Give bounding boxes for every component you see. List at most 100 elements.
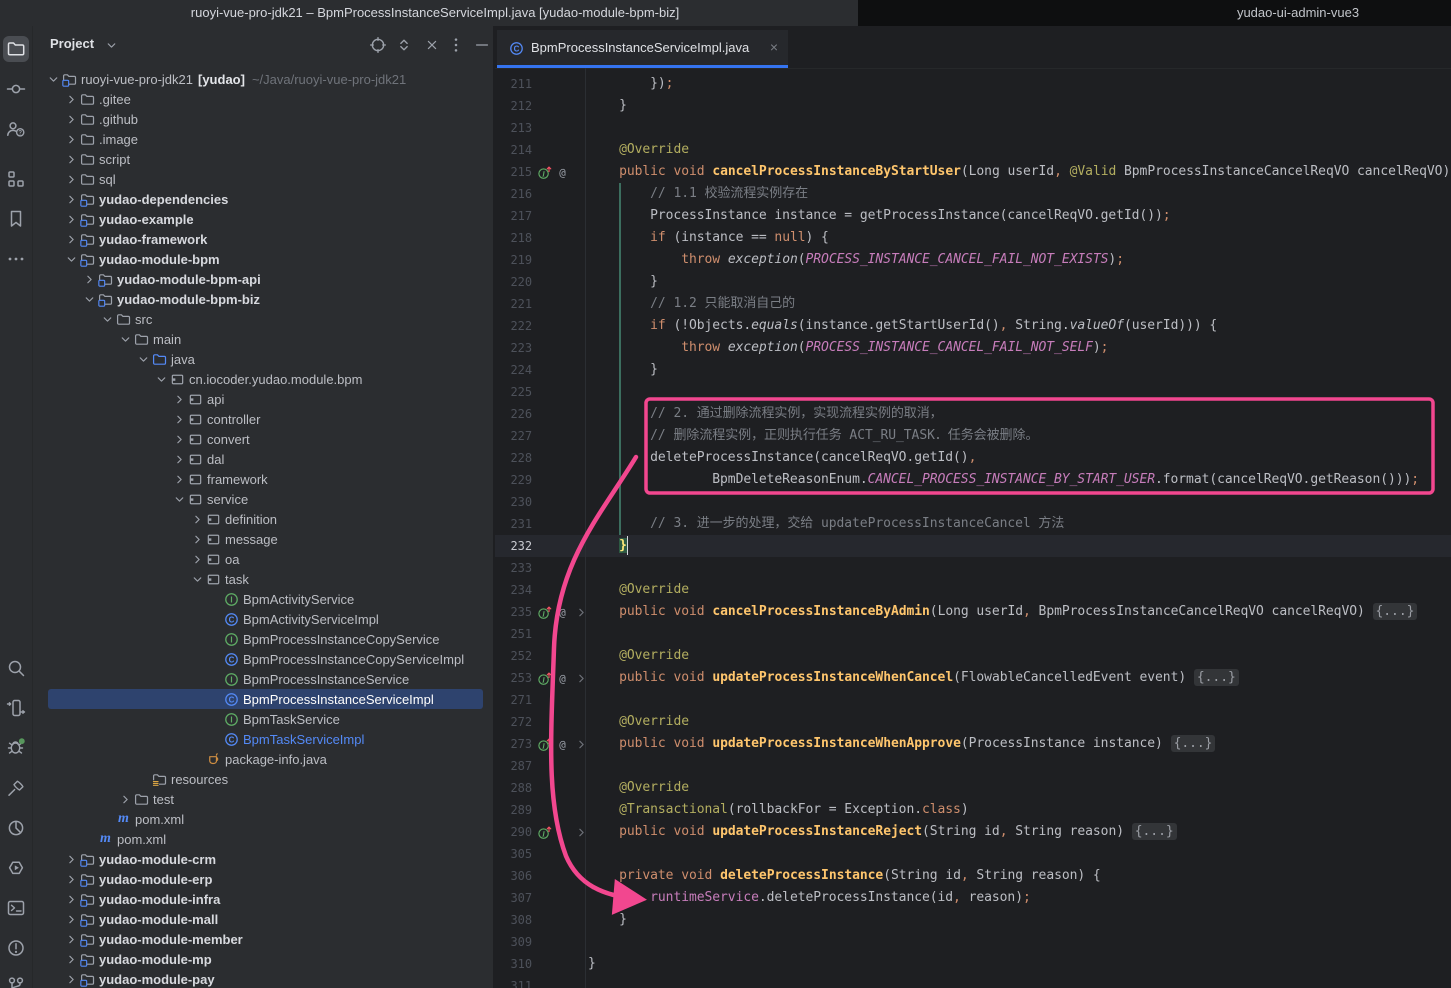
- line-number[interactable]: 212: [495, 95, 532, 117]
- line-number[interactable]: 232: [495, 535, 532, 557]
- code-line-229[interactable]: 229 BpmDeleteReasonEnum.CANCEL_PROCESS_I…: [495, 469, 1451, 491]
- code-line-234[interactable]: 234 @Override: [495, 579, 1451, 601]
- fold-arrow-icon[interactable]: [573, 736, 589, 752]
- tree-item-api[interactable]: api: [33, 389, 493, 409]
- line-number[interactable]: 287: [495, 755, 532, 777]
- code-line-219[interactable]: 219 throw exception(PROCESS_INSTANCE_CAN…: [495, 249, 1451, 271]
- line-number[interactable]: 310: [495, 953, 532, 975]
- code-line-272[interactable]: 272 @Override: [495, 711, 1451, 733]
- code-line-305[interactable]: 305: [495, 843, 1451, 865]
- tree-item-BpmProcessInstanceService[interactable]: IBpmProcessInstanceService: [33, 669, 493, 689]
- line-number[interactable]: 273: [495, 733, 532, 755]
- more-tool-windows-icon[interactable]: [5, 248, 27, 270]
- chevron-right-icon[interactable]: [63, 969, 79, 988]
- annotation-gutter-icon[interactable]: @: [554, 164, 570, 180]
- tree-item-sql[interactable]: sql: [33, 169, 493, 189]
- code-line-228[interactable]: 228 deleteProcessInstance(cancelReqVO.ge…: [495, 447, 1451, 469]
- tree-item-BpmActivityServiceImpl[interactable]: CBpmActivityServiceImpl: [33, 609, 493, 629]
- tree-item-BpmTaskServiceImpl[interactable]: CBpmTaskServiceImpl: [33, 729, 493, 749]
- line-number[interactable]: 224: [495, 359, 532, 381]
- tree-item-yudao-module-bpm-api[interactable]: yudao-module-bpm-api: [33, 269, 493, 289]
- code-line-306[interactable]: 306 private void deleteProcessInstance(S…: [495, 865, 1451, 887]
- line-number[interactable]: 230: [495, 491, 532, 513]
- code-line-253[interactable]: 253I@ public void updateProcessInstanceW…: [495, 667, 1451, 689]
- code-line-224[interactable]: 224 }: [495, 359, 1451, 381]
- tree-item-script[interactable]: script: [33, 149, 493, 169]
- chevron-right-icon[interactable]: [63, 169, 79, 189]
- chevron-right-icon[interactable]: [189, 509, 205, 529]
- tree-item-service[interactable]: service: [33, 489, 493, 509]
- build-icon[interactable]: [5, 777, 27, 799]
- chevron-down-icon[interactable]: [63, 249, 79, 269]
- line-number[interactable]: 213: [495, 117, 532, 139]
- tree-item-yudao-module-bpm[interactable]: yudao-module-bpm: [33, 249, 493, 269]
- line-number[interactable]: 220: [495, 271, 532, 293]
- chevron-right-icon[interactable]: [63, 889, 79, 909]
- more-options-icon[interactable]: [445, 34, 467, 56]
- line-number[interactable]: 221: [495, 293, 532, 315]
- vcs-commit-icon[interactable]: [5, 78, 27, 100]
- chevron-right-icon[interactable]: [171, 469, 187, 489]
- overrides-method-icon[interactable]: I: [536, 604, 552, 620]
- tree-item-yudao-module-erp[interactable]: yudao-module-erp: [33, 869, 493, 889]
- line-number[interactable]: 272: [495, 711, 532, 733]
- line-number[interactable]: 223: [495, 337, 532, 359]
- chevron-right-icon[interactable]: [171, 409, 187, 429]
- code-line-309[interactable]: 309: [495, 931, 1451, 953]
- tree-item-yudao-module-mp[interactable]: yudao-module-mp: [33, 949, 493, 969]
- code-line-289[interactable]: 289 @Transactional(rollbackFor = Excepti…: [495, 799, 1451, 821]
- expand-collapse-icon[interactable]: [393, 34, 415, 56]
- line-number[interactable]: 306: [495, 865, 532, 887]
- tree-item-task[interactable]: task: [33, 569, 493, 589]
- code-line-225[interactable]: 225: [495, 381, 1451, 403]
- tree-item-oa[interactable]: oa: [33, 549, 493, 569]
- code-line-271[interactable]: 271: [495, 689, 1451, 711]
- line-number[interactable]: 309: [495, 931, 532, 953]
- code-line-218[interactable]: 218 if (instance == null) {: [495, 227, 1451, 249]
- line-number[interactable]: 253: [495, 667, 532, 689]
- hide-panel-icon[interactable]: [471, 34, 493, 56]
- tree-item-controller[interactable]: controller: [33, 409, 493, 429]
- tree-item-BpmActivityService[interactable]: IBpmActivityService: [33, 589, 493, 609]
- chevron-right-icon[interactable]: [171, 449, 187, 469]
- tree-item-definition[interactable]: definition: [33, 509, 493, 529]
- tree-item-yudao-dependencies[interactable]: yudao-dependencies: [33, 189, 493, 209]
- line-number[interactable]: 311: [495, 975, 532, 988]
- editor-tab[interactable]: C BpmProcessInstanceServiceImpl.java ×: [497, 30, 788, 68]
- annotation-gutter-icon[interactable]: @: [554, 736, 570, 752]
- tree-item-package-info.java[interactable]: package-info.java: [33, 749, 493, 769]
- locate-file-icon[interactable]: [367, 34, 389, 56]
- code-line-290[interactable]: 290I public void updateProcessInstanceRe…: [495, 821, 1451, 843]
- chevron-down-icon[interactable]: [135, 349, 151, 369]
- structure-icon[interactable]: [5, 168, 27, 190]
- chevron-right-icon[interactable]: [63, 909, 79, 929]
- line-number[interactable]: 219: [495, 249, 532, 271]
- code-line-217[interactable]: 217 ProcessInstance instance = getProces…: [495, 205, 1451, 227]
- code-line-311[interactable]: 311: [495, 975, 1451, 988]
- tree-item-yudao-module-bpm-biz[interactable]: yudao-module-bpm-biz: [33, 289, 493, 309]
- code-line-216[interactable]: 216 // 1.1 校验流程实例存在: [495, 183, 1451, 205]
- chevron-down-icon[interactable]: [171, 489, 187, 509]
- tree-item-.github[interactable]: .github: [33, 109, 493, 129]
- code-line-252[interactable]: 252 @Override: [495, 645, 1451, 667]
- terminal-icon[interactable]: [5, 897, 27, 919]
- tree-item-BpmProcessInstanceServiceImpl[interactable]: CBpmProcessInstanceServiceImpl: [33, 689, 493, 709]
- tree-item-src[interactable]: src: [33, 309, 493, 329]
- line-number[interactable]: 233: [495, 557, 532, 579]
- code-line-307[interactable]: 307 runtimeService.deleteProcessInstance…: [495, 887, 1451, 909]
- overrides-method-icon[interactable]: I: [536, 824, 552, 840]
- chevron-right-icon[interactable]: [63, 109, 79, 129]
- tree-item-main[interactable]: main: [33, 329, 493, 349]
- code-editor[interactable]: 211 });212 }213214 @Override215I@ public…: [495, 68, 1451, 988]
- close-icon[interactable]: ×: [770, 39, 778, 55]
- code-line-273[interactable]: 273I@ public void updateProcessInstanceW…: [495, 733, 1451, 755]
- fold-arrow-icon[interactable]: [573, 670, 589, 686]
- line-number[interactable]: 290: [495, 821, 532, 843]
- tree-item-message[interactable]: message: [33, 529, 493, 549]
- line-number[interactable]: 235: [495, 601, 532, 623]
- line-number[interactable]: 252: [495, 645, 532, 667]
- annotation-gutter-icon[interactable]: @: [554, 670, 570, 686]
- tree-item-.gitee[interactable]: .gitee: [33, 89, 493, 109]
- chevron-down-icon[interactable]: [117, 329, 133, 349]
- code-line-235[interactable]: 235I@ public void cancelProcessInstanceB…: [495, 601, 1451, 623]
